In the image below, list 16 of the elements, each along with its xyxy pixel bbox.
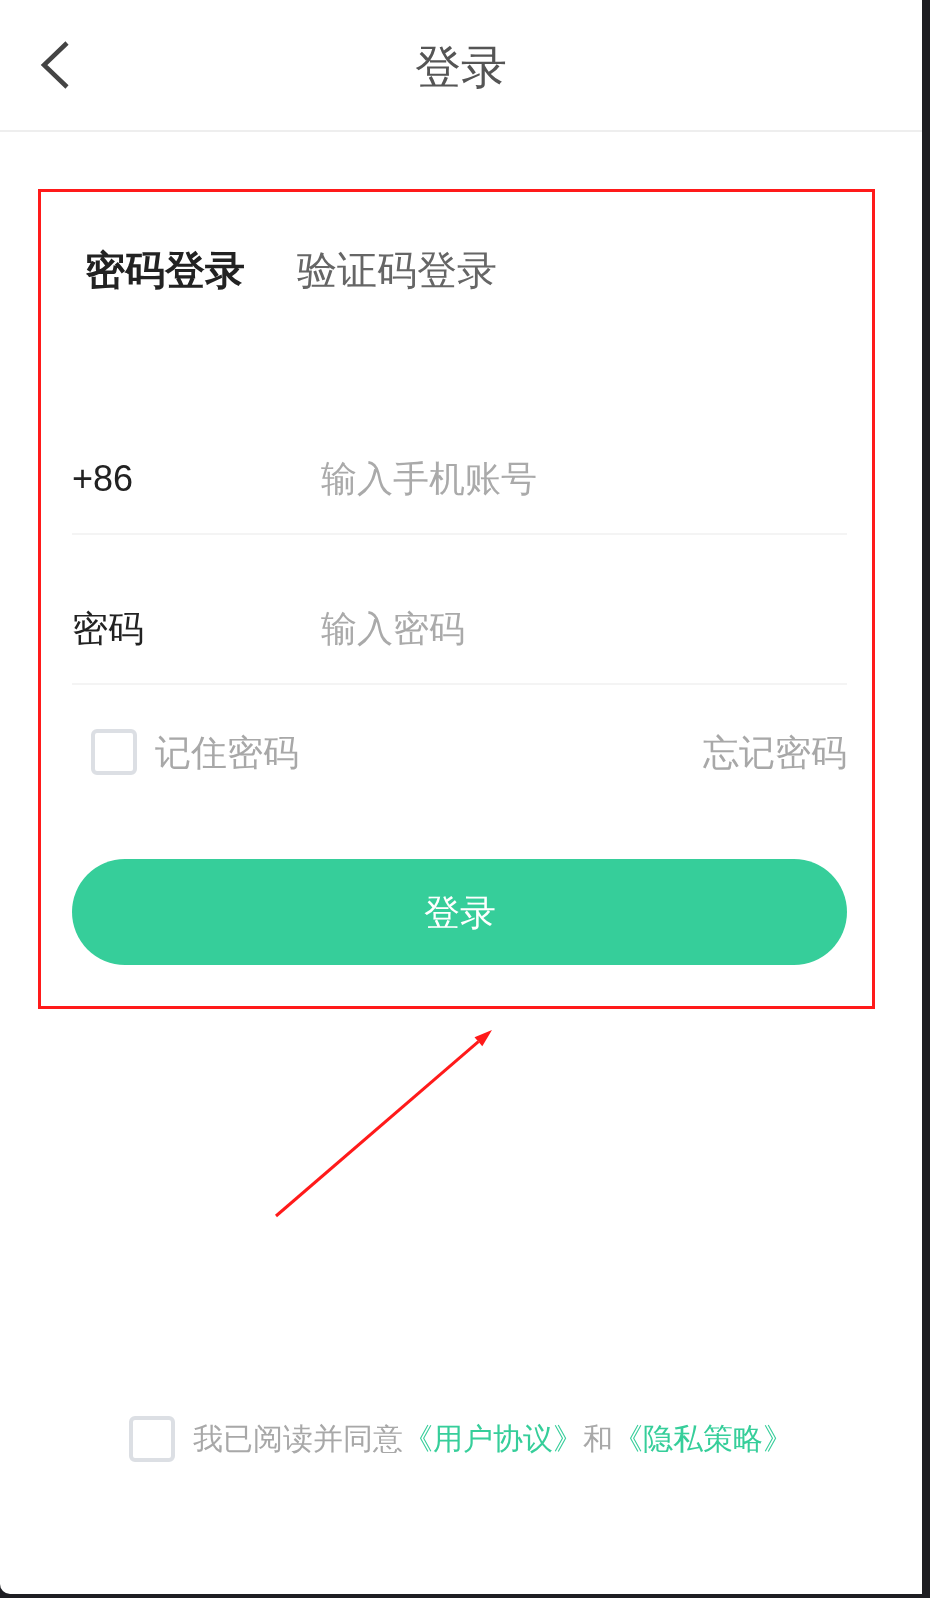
login-tab[interactable]: 验证码登录 bbox=[297, 246, 497, 294]
page-title: 登录 bbox=[415, 40, 507, 96]
agreement-link[interactable]: 《隐私策略》 bbox=[613, 1422, 793, 1455]
remember-label: 记住密码 bbox=[155, 730, 299, 774]
field-label: +86 bbox=[72, 457, 134, 501]
field-label: 密码 bbox=[72, 607, 144, 651]
forgot-password-link[interactable]: 忘记密码 bbox=[703, 730, 847, 774]
input-field[interactable]: 输入手机账号 bbox=[321, 457, 847, 501]
remember-checkbox[interactable] bbox=[91, 729, 137, 776]
agreement-text: 我已阅读并同意《用户协议》和《隐私策略》 bbox=[193, 1421, 793, 1457]
agreement-checkbox[interactable] bbox=[129, 1416, 175, 1462]
back-icon[interactable] bbox=[40, 41, 70, 89]
login-button[interactable]: 登录 bbox=[72, 859, 847, 966]
agreement-link[interactable]: 《用户协议》 bbox=[403, 1422, 583, 1455]
input-field[interactable]: 输入密码 bbox=[321, 607, 847, 651]
login-tab[interactable]: 密码登录 bbox=[85, 246, 245, 294]
